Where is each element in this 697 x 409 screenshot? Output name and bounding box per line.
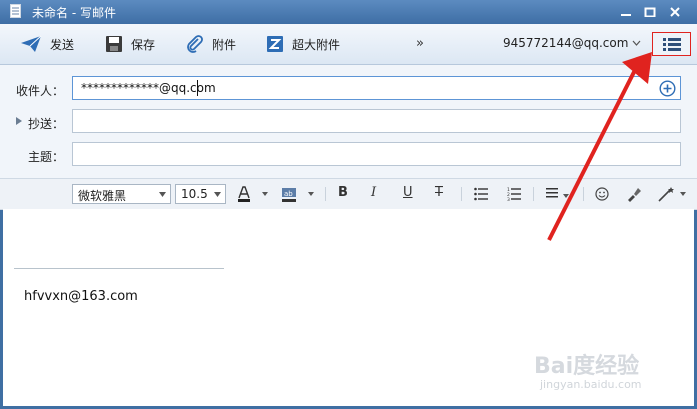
send-label: 发送 xyxy=(50,37,75,52)
paper-plane-icon xyxy=(21,35,42,52)
emoji-icon[interactable] xyxy=(595,186,609,202)
format-toolbar: 微软雅黑 10.5 ab B I U T 1 2 3 xyxy=(0,178,697,210)
minimize-icon xyxy=(621,14,631,16)
menu-button[interactable] xyxy=(652,32,691,56)
magic-wand-icon[interactable] xyxy=(658,186,688,202)
to-value: *************@qq.com xyxy=(81,81,216,95)
bold-button[interactable]: B xyxy=(338,185,348,200)
attach-button[interactable]: 附件 xyxy=(186,32,236,56)
underline-button[interactable]: U xyxy=(403,185,413,200)
separator xyxy=(461,187,462,201)
font-family-select[interactable]: 微软雅黑 xyxy=(72,184,171,204)
chevron-down-icon xyxy=(214,192,221,197)
cc-label: 抄送： xyxy=(28,117,65,131)
big-attachment-label: 超大附件 xyxy=(292,37,341,52)
save-button[interactable]: 保存 xyxy=(105,32,155,56)
document-icon xyxy=(10,4,21,18)
font-size-select[interactable]: 10.5 xyxy=(175,184,226,204)
italic-button[interactable]: I xyxy=(371,185,376,200)
big-attachment-button[interactable]: 超大附件 xyxy=(266,32,340,56)
expand-cc-triangle-icon[interactable] xyxy=(16,117,22,125)
chevron-down-icon xyxy=(159,192,166,197)
title-bar: 未命名 - 写邮件 xyxy=(0,0,697,24)
paperclip-icon xyxy=(187,35,203,53)
close-icon xyxy=(670,7,680,17)
text-caret xyxy=(197,80,198,96)
signature-text: hfvvxn@163.com xyxy=(24,289,138,304)
add-contact-icon[interactable] xyxy=(659,80,676,97)
bullet-list-icon[interactable] xyxy=(474,186,488,202)
floppy-disk-icon xyxy=(106,36,122,52)
window-title: 未命名 - 写邮件 xyxy=(32,6,116,20)
large-attachment-icon xyxy=(267,36,283,52)
send-button[interactable]: 发送 xyxy=(20,32,74,56)
strikethrough-button[interactable]: T xyxy=(435,185,443,200)
font-color-icon[interactable] xyxy=(238,186,268,202)
format-brush-icon[interactable] xyxy=(626,186,642,202)
attach-label: 附件 xyxy=(212,37,237,52)
separator xyxy=(533,187,534,201)
svg-text:3: 3 xyxy=(507,197,510,202)
separator xyxy=(583,187,584,201)
more-tools-button[interactable]: » xyxy=(416,36,424,51)
sender-account[interactable]: 945772144@qq.com xyxy=(503,36,628,50)
separator xyxy=(325,187,326,201)
minimize-button[interactable] xyxy=(615,2,637,22)
chevron-down-icon[interactable] xyxy=(632,40,641,46)
align-icon[interactable] xyxy=(546,186,572,202)
to-label: 收件人： xyxy=(16,84,65,98)
compose-window: 未命名 - 写邮件 发送 保存 附件 超大附件 » 945772144@qq.c… xyxy=(0,0,697,409)
cc-field[interactable] xyxy=(72,109,681,133)
main-toolbar: 发送 保存 附件 超大附件 » 945772144@qq.com xyxy=(0,24,697,65)
font-family-value: 微软雅黑 xyxy=(78,189,127,203)
maximize-icon xyxy=(644,7,656,17)
save-label: 保存 xyxy=(131,37,156,52)
numbered-list-icon[interactable]: 1 2 3 xyxy=(507,186,521,202)
highlight-color-icon[interactable]: ab xyxy=(282,186,318,202)
close-button[interactable] xyxy=(664,2,686,22)
list-menu-icon xyxy=(663,38,681,51)
font-size-value: 10.5 xyxy=(181,187,208,201)
watermark-brand: Bai度经验 xyxy=(534,354,640,379)
subject-field[interactable] xyxy=(72,142,681,166)
signature-divider xyxy=(14,268,224,269)
watermark-url: jingyan.baidu.com xyxy=(540,378,642,391)
svg-text:ab: ab xyxy=(284,190,293,198)
to-field[interactable]: *************@qq.com xyxy=(72,76,681,100)
maximize-button[interactable] xyxy=(639,2,661,22)
subject-label: 主题： xyxy=(28,150,65,164)
